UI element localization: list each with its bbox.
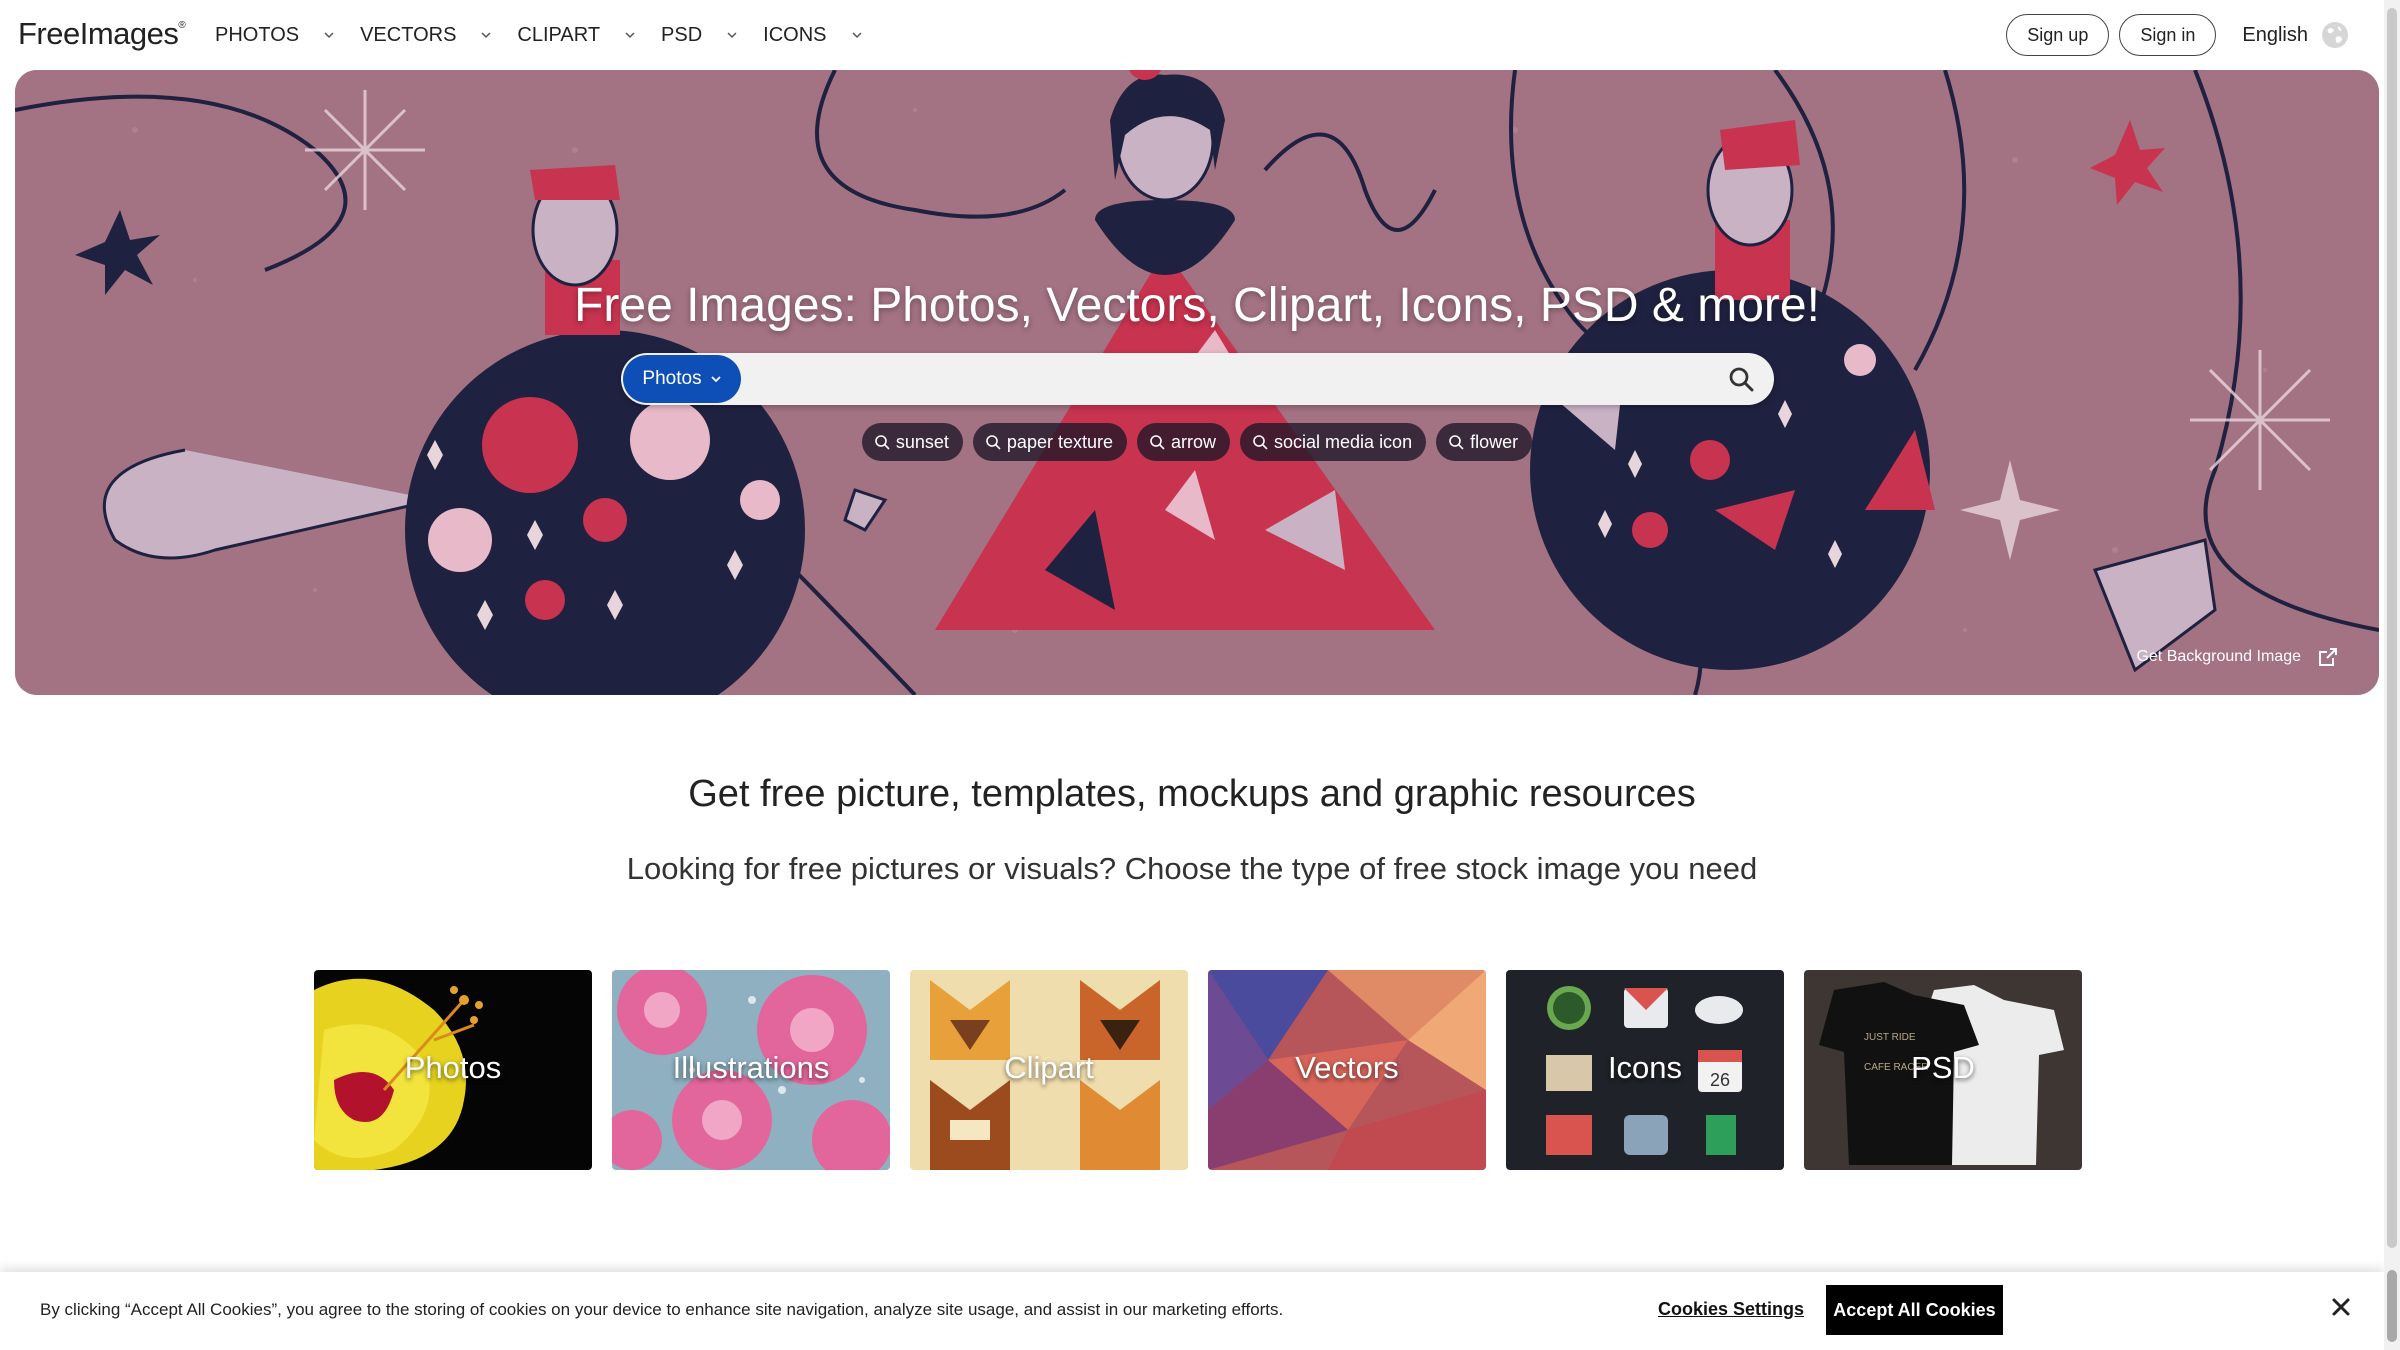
- header-actions: Sign up Sign in English: [1996, 14, 2350, 56]
- nav-icons[interactable]: ICONS: [763, 24, 862, 47]
- chevron-down-icon[interactable]: [323, 29, 335, 41]
- external-link-icon: [2319, 648, 2337, 666]
- category-card-photos[interactable]: Photos: [314, 970, 592, 1170]
- search-icon[interactable]: [1728, 366, 1754, 392]
- globe-icon: [2322, 22, 2348, 48]
- close-icon[interactable]: [2330, 1296, 2352, 1318]
- main-nav: PHOTOS VECTORS CLIPART PSD ICONS: [215, 0, 888, 70]
- hero-title: Free Images: Photos, Vectors, Clipart, I…: [574, 279, 1820, 332]
- search-tag[interactable]: flower: [1436, 423, 1533, 461]
- search-type-label: Photos: [642, 368, 702, 389]
- category-card-illustrations[interactable]: Illustrations: [612, 970, 890, 1170]
- nav-vectors[interactable]: VECTORS: [360, 24, 492, 47]
- category-grid: Photos Illustrations Clipart Vectors 26 …: [314, 970, 2102, 1170]
- chevron-down-icon[interactable]: [851, 29, 863, 41]
- search-input[interactable]: [749, 357, 1689, 401]
- top-navigation-bar: FreeImages® PHOTOS VECTORS CLIPART PSD I…: [0, 0, 2384, 70]
- search-tag[interactable]: arrow: [1137, 423, 1231, 461]
- page-scrollbar[interactable]: [2384, 0, 2400, 1350]
- popular-search-tags: sunset paper texture arrow social media …: [15, 423, 2379, 461]
- nav-photos-label: PHOTOS: [215, 23, 300, 46]
- search-type-dropdown[interactable]: Photos: [623, 355, 741, 403]
- freeimages-logo[interactable]: FreeImages®: [18, 16, 186, 52]
- category-label: Clipart: [1004, 1050, 1094, 1085]
- logo-text: FreeImages: [18, 16, 179, 51]
- nav-psd[interactable]: PSD: [661, 24, 738, 47]
- search-tag[interactable]: paper texture: [972, 423, 1127, 461]
- cookie-consent-banner: By clicking “Accept All Cookies”, you ag…: [0, 1272, 2384, 1350]
- chevron-down-icon[interactable]: [624, 29, 636, 41]
- chevron-down-icon[interactable]: [726, 29, 738, 41]
- search-tag[interactable]: social media icon: [1240, 423, 1427, 461]
- nav-clipart-label: CLIPART: [517, 23, 601, 46]
- category-card-icons[interactable]: 26 Icons: [1506, 970, 1784, 1170]
- nav-photos[interactable]: PHOTOS: [215, 24, 335, 47]
- chevron-down-icon: [710, 373, 722, 385]
- category-label: Illustrations: [672, 1050, 830, 1085]
- search-icon: [1253, 435, 1268, 450]
- get-background-label: Get Background Image: [2136, 648, 2301, 665]
- section-subtitle: Looking for free pictures or visuals? Ch…: [626, 851, 1758, 886]
- search-icon: [986, 435, 1001, 450]
- scrollbar-track-fill: [2387, 8, 2397, 1248]
- search-bar: Photos: [621, 353, 1774, 405]
- cookies-settings-button[interactable]: Cookies Settings: [1658, 1299, 1804, 1320]
- sign-up-button[interactable]: Sign up: [2006, 14, 2110, 56]
- search-tag-label: flower: [1470, 431, 1519, 452]
- get-background-image-link[interactable]: Get Background Image: [2136, 646, 2339, 668]
- nav-psd-label: PSD: [661, 23, 703, 46]
- cookie-message: By clicking “Accept All Cookies”, you ag…: [40, 1300, 1284, 1319]
- nav-clipart[interactable]: CLIPART: [517, 24, 636, 47]
- category-card-vectors[interactable]: Vectors: [1208, 970, 1486, 1170]
- search-tag-label: paper texture: [1006, 431, 1113, 452]
- nav-icons-label: ICONS: [763, 23, 827, 46]
- scrollbar-thumb[interactable]: [2387, 1270, 2397, 1342]
- svg-text:JUST RIDE: JUST RIDE: [1864, 1032, 1916, 1043]
- search-icon: [875, 435, 890, 450]
- search-icon: [1150, 435, 1165, 450]
- accept-all-cookies-button[interactable]: Accept All Cookies: [1826, 1285, 2003, 1335]
- category-card-psd[interactable]: JUST RIDE CAFE RACER PSD: [1804, 970, 2082, 1170]
- logo-registered-mark: ®: [178, 20, 186, 31]
- search-tag-label: sunset: [895, 431, 949, 452]
- hero-banner: Free Images: Photos, Vectors, Clipart, I…: [15, 70, 2379, 695]
- nav-vectors-label: VECTORS: [360, 23, 457, 46]
- category-card-clipart[interactable]: Clipart: [910, 970, 1188, 1170]
- language-label: English: [2242, 23, 2308, 46]
- category-label: Photos: [404, 1050, 502, 1085]
- chevron-down-icon[interactable]: [480, 29, 492, 41]
- section-title: Get free picture, templates, mockups and…: [688, 773, 1696, 815]
- category-label: Icons: [1607, 1050, 1683, 1085]
- search-icon: [1449, 435, 1464, 450]
- category-label: Vectors: [1295, 1050, 1399, 1085]
- language-selector[interactable]: English: [2242, 20, 2350, 50]
- category-label: PSD: [1911, 1050, 1975, 1085]
- search-tag-label: social media icon: [1274, 431, 1413, 452]
- search-tag[interactable]: sunset: [861, 423, 963, 461]
- sign-in-button[interactable]: Sign in: [2119, 14, 2217, 56]
- search-tag-label: arrow: [1171, 431, 1217, 452]
